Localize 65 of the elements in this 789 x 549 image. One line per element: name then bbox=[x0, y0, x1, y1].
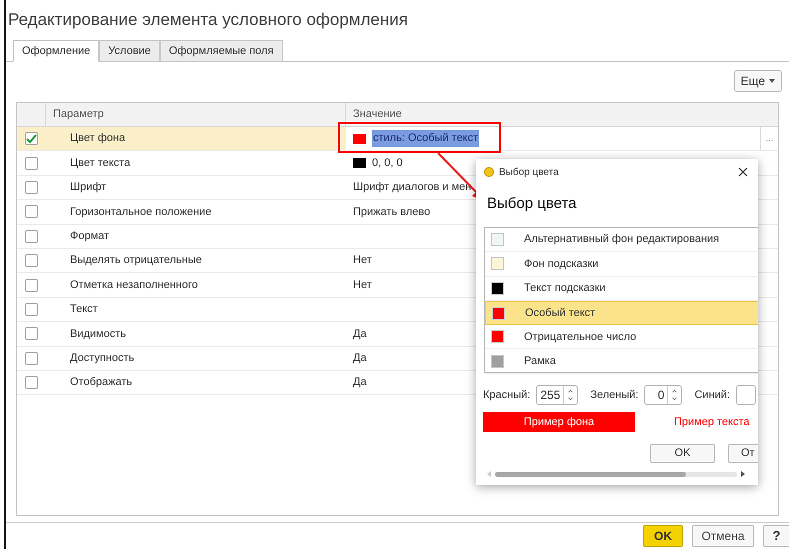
checkbox[interactable] bbox=[25, 278, 38, 292]
column-header: Значение bbox=[352, 107, 403, 122]
checkbox[interactable] bbox=[25, 254, 38, 268]
ok-button[interactable]: OK bbox=[643, 525, 683, 547]
checkbox[interactable] bbox=[25, 156, 38, 170]
checkbox[interactable] bbox=[25, 180, 38, 194]
background-sample: Пример фона bbox=[483, 412, 635, 432]
checkbox[interactable] bbox=[25, 352, 38, 365]
window-title: Редактирование элемента условного оформления bbox=[7, 9, 409, 31]
checkbox[interactable] bbox=[25, 302, 38, 316]
color-name: Альтернативный фон редактирования bbox=[524, 232, 720, 248]
ok-button[interactable]: OK bbox=[650, 444, 715, 463]
checkbox[interactable] bbox=[25, 205, 38, 218]
table-cell-text: Да bbox=[353, 350, 367, 366]
color-name: Особый текст bbox=[525, 306, 596, 321]
number-field[interactable] bbox=[736, 385, 756, 405]
table-cell-text: Отметка незаполненного bbox=[70, 278, 198, 293]
cancel-button[interactable]: От bbox=[728, 444, 758, 463]
checkbox[interactable] bbox=[25, 327, 38, 340]
number-field[interactable]: 0 bbox=[644, 385, 682, 405]
tab[interactable]: Условие bbox=[99, 40, 160, 62]
column-header: Параметр bbox=[46, 103, 346, 126]
checkmark-icon bbox=[26, 134, 37, 144]
table-cell-text: Шрифт bbox=[70, 180, 106, 196]
table-cell-text: Формат bbox=[70, 229, 110, 244]
ellipsis-button[interactable]: ... bbox=[760, 127, 778, 150]
color-list-item[interactable]: Отрицательное число bbox=[485, 325, 758, 350]
more-button[interactable]: Еще bbox=[734, 70, 782, 92]
table-cell-text: Видимость bbox=[70, 326, 126, 342]
app-logo-icon bbox=[484, 167, 494, 177]
checkbox[interactable] bbox=[25, 132, 38, 146]
table-cell-text: Цвет фона bbox=[70, 131, 126, 146]
table-cell-text: Горизонтальное положение bbox=[70, 204, 212, 220]
checkbox[interactable] bbox=[25, 230, 38, 243]
table-cell-text: Нет bbox=[353, 253, 372, 268]
table-cell-text: Текст bbox=[70, 302, 98, 318]
horizontal-scrollbar[interactable] bbox=[487, 469, 745, 479]
table-cell-text: 0, 0, 0 bbox=[372, 156, 403, 171]
color-name: Текст подсказки bbox=[524, 280, 606, 296]
table-row[interactable]: Цвет фона стиль: Особый текст ... bbox=[17, 127, 778, 152]
table-cell-text: Цвет текста bbox=[70, 156, 130, 171]
table-cell-text: Да bbox=[353, 375, 367, 390]
color-list-item[interactable]: Особый текст bbox=[485, 300, 758, 326]
color-name: Отрицательное число bbox=[524, 330, 636, 345]
close-icon[interactable] bbox=[738, 167, 748, 177]
help-button[interactable]: ? bbox=[763, 525, 789, 547]
tab[interactable]: Оформление bbox=[13, 40, 100, 62]
color-name: Фон подсказки bbox=[524, 256, 598, 272]
table-cell: стиль: Особый текст bbox=[372, 130, 480, 147]
scroll-left-icon[interactable] bbox=[487, 471, 491, 477]
caret-icon bbox=[769, 79, 775, 83]
table-cell-text: Нет bbox=[353, 278, 372, 293]
tab[interactable]: Оформляемые поля bbox=[160, 40, 283, 62]
table-cell-text: Выделять отрицательные bbox=[70, 253, 202, 268]
table-cell-text: Доступность bbox=[70, 350, 134, 366]
table-cell-text: Отображать bbox=[70, 375, 132, 390]
text-sample: Пример текста bbox=[674, 414, 750, 430]
table-cell-text: Шрифт диалогов и мен bbox=[353, 180, 472, 196]
checkbox[interactable] bbox=[25, 376, 38, 390]
cancel-button[interactable]: Отмена bbox=[692, 525, 754, 547]
scroll-right-icon[interactable] bbox=[741, 471, 745, 477]
table-cell-text: Прижать влево bbox=[353, 204, 430, 220]
color-name: Рамка bbox=[524, 354, 556, 369]
number-field[interactable]: 255 bbox=[536, 385, 578, 405]
table-cell-text: Да bbox=[353, 326, 367, 342]
